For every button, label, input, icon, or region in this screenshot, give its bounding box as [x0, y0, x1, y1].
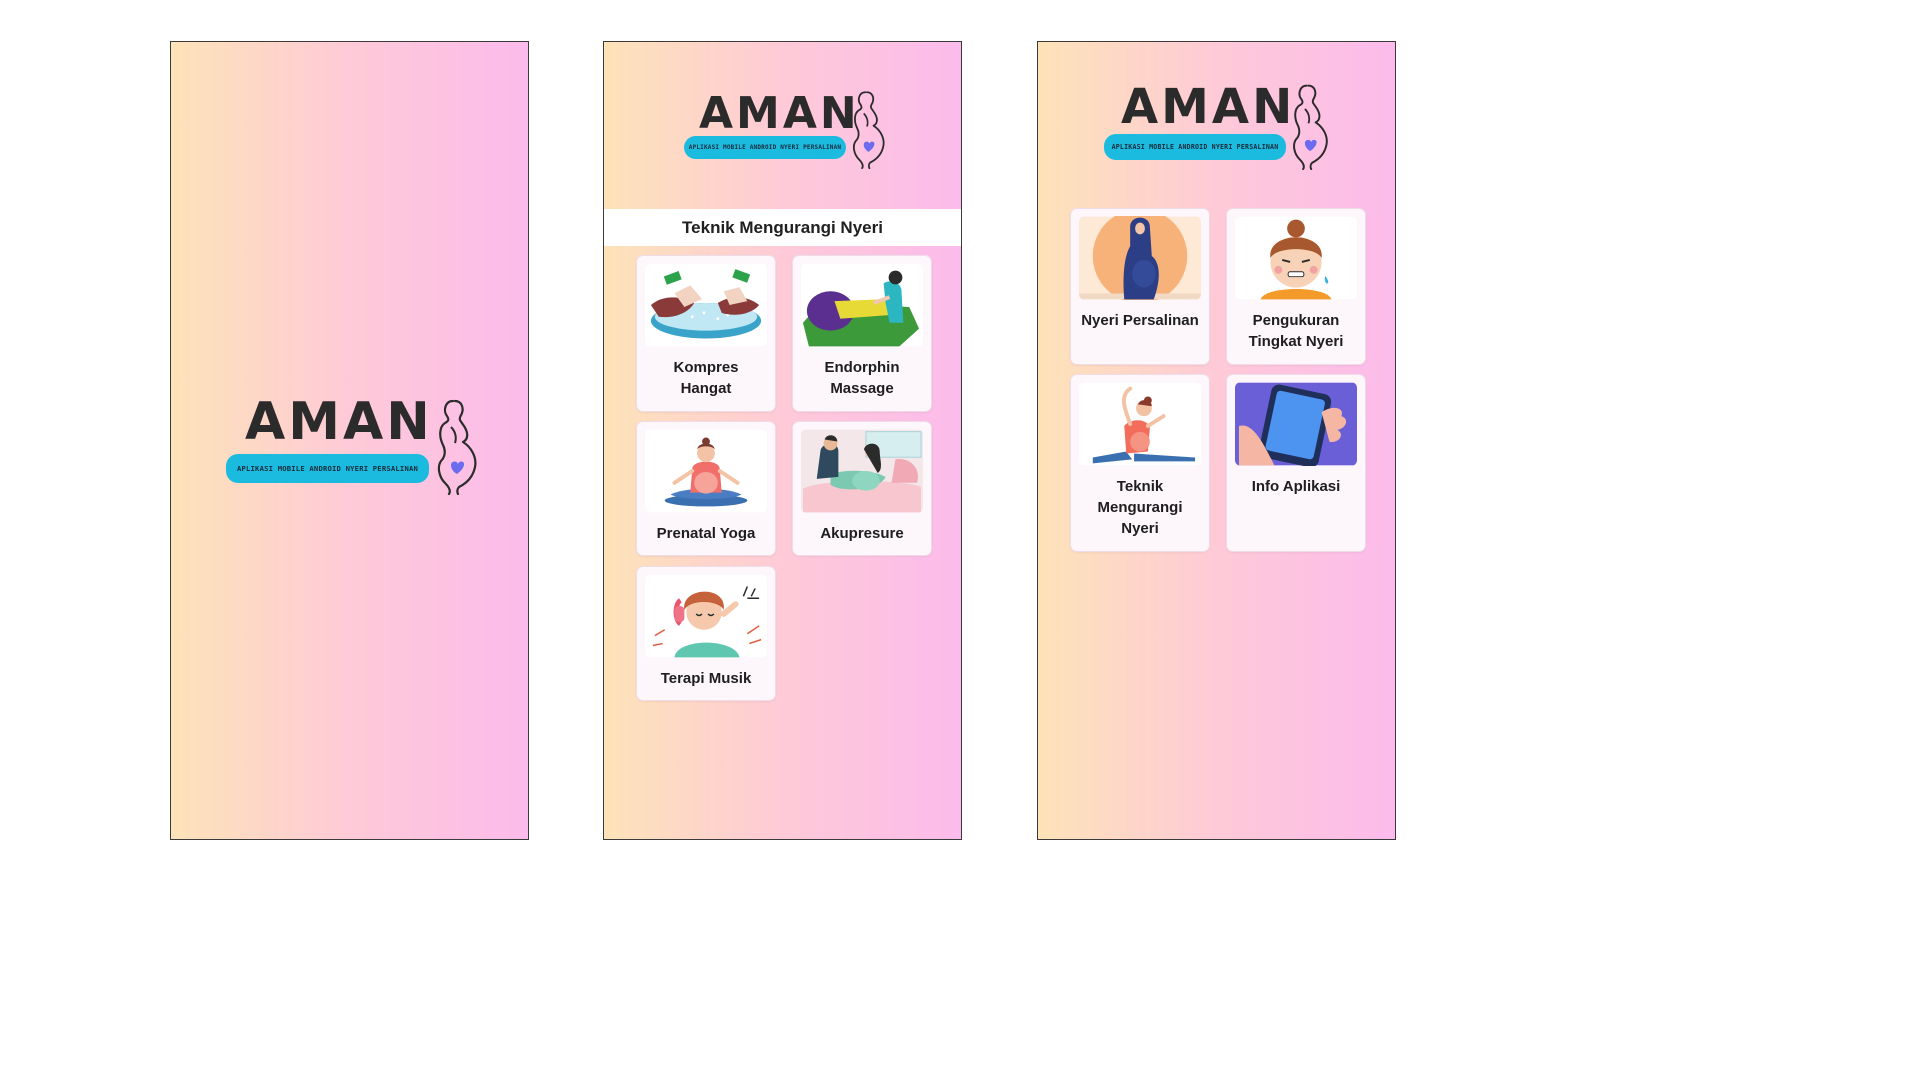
prenatal-yoga-illustration [645, 429, 767, 513]
card-nyeri-persalinan[interactable]: Nyeri Persalinan [1070, 208, 1210, 365]
card-label: Massage [830, 380, 894, 397]
card-label: Nyeri Persalinan [1081, 312, 1199, 329]
app-logo: AMAN APLIKASI MOBILE ANDROID NYERI PERSA… [1104, 82, 1330, 170]
card-label: Akupresure [820, 525, 904, 542]
card-label: Tingkat Nyeri [1248, 333, 1344, 350]
phone-in-hand-illustration [1235, 382, 1357, 466]
card-label: Nyeri [1121, 520, 1159, 537]
logo-subtitle: APLIKASI MOBILE ANDROID NYERI PERSALINAN [1104, 134, 1286, 160]
app-logo: AMAN APLIKASI MOBILE ANDROID NYERI PERSA… [684, 89, 884, 169]
card-terapi-musik[interactable]: Terapi Musik [636, 566, 776, 701]
card-label: Hangat [680, 380, 732, 397]
logo-subtitle: APLIKASI MOBILE ANDROID NYERI PERSALINAN [684, 136, 846, 159]
logo-title: AMAN [245, 392, 433, 452]
card-label: Kompres [673, 359, 739, 376]
card-label: Prenatal Yoga [656, 525, 756, 542]
pregnant-figure-icon [1286, 82, 1331, 170]
home-screen: AMAN APLIKASI MOBILE ANDROID NYERI PERSA… [1037, 41, 1396, 840]
massage-illustration [801, 263, 923, 347]
card-akupresure[interactable]: Akupresure [792, 421, 932, 556]
card-teknik-mengurangi-nyeri[interactable]: Teknik Mengurangi Nyeri [1070, 374, 1210, 552]
logo-title: AMAN [1121, 79, 1296, 135]
splash-screen: AMAN APLIKASI MOBILE ANDROID NYERI PERSA… [170, 41, 529, 840]
card-endorphin-massage[interactable]: Endorphin Massage [792, 255, 932, 412]
card-label: Teknik [1116, 478, 1164, 495]
logo-subtitle: APLIKASI MOBILE ANDROID NYERI PERSALINAN [226, 454, 429, 483]
card-label: Terapi Musik [660, 670, 752, 687]
card-label: Mengurangi [1097, 499, 1183, 516]
techniques-screen: AMAN APLIKASI MOBILE ANDROID NYERI PERSA… [603, 41, 962, 840]
app-logo: AMAN APLIKASI MOBILE ANDROID NYERI PERSA… [226, 392, 479, 497]
pregnant-figure-icon [846, 89, 888, 169]
card-label: Info Aplikasi [1251, 478, 1341, 495]
pregnant-woman-illustration [1079, 216, 1201, 300]
pregnant-figure-icon [431, 397, 479, 495]
stretching-illustration [1079, 382, 1201, 466]
card-kompres-hangat[interactable]: Kompres Hangat [636, 255, 776, 412]
card-pengukuran-tingkat-nyeri[interactable]: Pengukuran Tingkat Nyeri [1226, 208, 1366, 365]
pain-face-illustration [1235, 216, 1357, 300]
section-title: Teknik Mengurangi Nyeri [604, 209, 961, 246]
card-label: Endorphin [824, 359, 900, 376]
logo-title: AMAN [699, 88, 860, 139]
card-label: Pengukuran [1252, 312, 1340, 329]
music-therapy-illustration [645, 574, 767, 658]
card-prenatal-yoga[interactable]: Prenatal Yoga [636, 421, 776, 556]
warm-compress-illustration [645, 263, 767, 347]
acupressure-illustration [801, 429, 923, 513]
card-info-aplikasi[interactable]: Info Aplikasi [1226, 374, 1366, 552]
